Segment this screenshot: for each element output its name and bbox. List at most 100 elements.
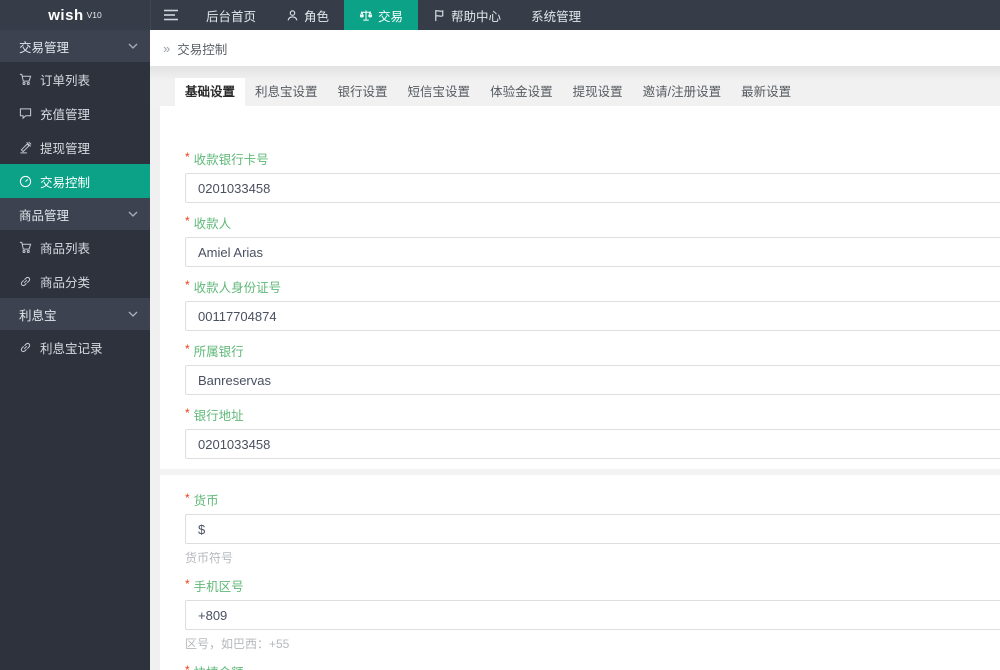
field-label: * 收款银行卡号 xyxy=(185,149,1000,168)
chevron-down-icon xyxy=(128,43,138,49)
required-asterisk: * xyxy=(185,491,190,505)
scales-icon xyxy=(359,9,373,22)
sidebar-group-label: 利息宝 xyxy=(19,308,57,323)
cart-icon xyxy=(19,241,32,254)
field-label-text: 收款银行卡号 xyxy=(193,153,269,167)
top-menu-item-roles[interactable]: 角色 xyxy=(271,0,344,30)
field-bank-address: * 银行地址 xyxy=(185,405,1000,459)
bank-address-input[interactable] xyxy=(185,429,1000,459)
field-label-text: 收款人 xyxy=(193,217,232,231)
field-label-text: 银行地址 xyxy=(193,409,244,423)
top-menu: 后台首页 角色 交易 帮助中心 系统管理 xyxy=(191,0,596,30)
field-payee: * 收款人 xyxy=(185,213,1000,267)
required-asterisk: * xyxy=(185,577,190,591)
payee-input[interactable] xyxy=(185,237,1000,267)
top-menu-item-label: 角色 xyxy=(304,9,330,24)
field-label: * 手机区号 xyxy=(185,576,1000,595)
top-menu-item-home[interactable]: 后台首页 xyxy=(191,0,271,30)
link-icon xyxy=(19,275,32,288)
tab-latest-settings[interactable]: 最新设置 xyxy=(731,78,801,106)
field-hint: 货币符号 xyxy=(185,551,234,565)
top-bar: wish V10 后台首页 角色 交易 帮助中心 系统管理 xyxy=(0,0,1000,30)
gavel-icon xyxy=(19,141,32,154)
field-label: * 货币 xyxy=(185,490,1000,509)
field-label: * 所属银行 xyxy=(185,341,1000,360)
comment-icon xyxy=(19,107,32,120)
settings-form-card: * 收款银行卡号 * 收款人 * 收款人身份证号 xyxy=(160,106,1000,670)
field-bank-card-number: * 收款银行卡号 xyxy=(185,149,1000,203)
sidebar-group-trade-management[interactable]: 交易管理 xyxy=(0,30,150,62)
top-menu-item-trade[interactable]: 交易 xyxy=(344,0,419,30)
gauge-icon xyxy=(19,175,32,188)
field-label-text: 快捷金额 xyxy=(194,662,244,670)
tab-bank-settings[interactable]: 银行设置 xyxy=(328,78,398,106)
sidebar-group-interest-treasure[interactable]: 利息宝 xyxy=(0,298,150,330)
logo-version: V10 xyxy=(86,10,102,20)
required-asterisk: * xyxy=(185,406,190,420)
bank-card-number-input[interactable] xyxy=(185,173,1000,203)
sidebar-item-product-category[interactable]: 商品分类 xyxy=(0,264,150,298)
sidebar-item-trade-control[interactable]: 交易控制 xyxy=(0,164,150,198)
tab-basic-settings[interactable]: 基础设置 xyxy=(175,78,246,106)
logo-text: wish xyxy=(48,6,84,24)
tab-invite-register-settings[interactable]: 邀请/注册设置 xyxy=(633,78,731,106)
field-bank-name: * 所属银行 xyxy=(185,341,1000,395)
breadcrumb-arrow-icon: » xyxy=(163,40,171,56)
payee-id-input[interactable] xyxy=(185,301,1000,331)
sidebar-item-label: 交易控制 xyxy=(40,175,91,190)
main-content: » 交易控制 基础设置 利息宝设置 银行设置 短信宝设置 体验金设置 提现设置 … xyxy=(150,30,1000,670)
app-logo[interactable]: wish V10 xyxy=(0,0,151,30)
sidebar-group-label: 商品管理 xyxy=(19,208,70,223)
field-payee-id-number: * 收款人身份证号 xyxy=(185,277,1000,331)
field-label-text: 手机区号 xyxy=(193,580,244,594)
link-icon xyxy=(19,341,32,354)
user-icon xyxy=(286,9,299,22)
field-label-text: 货币 xyxy=(193,494,219,508)
sidebar-item-label: 商品分类 xyxy=(40,275,91,290)
top-menu-item-label: 帮助中心 xyxy=(451,9,502,24)
sidebar-item-interest-records[interactable]: 利息宝记录 xyxy=(0,330,150,364)
chevron-down-icon xyxy=(128,311,138,317)
required-asterisk: * xyxy=(185,150,190,164)
tab-trial-fund-settings[interactable]: 体验金设置 xyxy=(480,78,563,106)
sidebar-item-label: 商品列表 xyxy=(40,241,91,256)
top-menu-item-system[interactable]: 系统管理 xyxy=(516,0,596,30)
sidebar-item-recharge-management[interactable]: 充值管理 xyxy=(0,96,150,130)
sidebar-item-product-list[interactable]: 商品列表 xyxy=(0,230,150,264)
hamburger-icon xyxy=(164,9,178,21)
sidebar-item-order-list[interactable]: 订单列表 xyxy=(0,62,150,96)
required-asterisk: * xyxy=(185,663,190,670)
top-menu-item-label: 系统管理 xyxy=(531,9,582,24)
required-asterisk: * xyxy=(185,214,190,228)
breadcrumb: » 交易控制 xyxy=(150,30,1000,67)
tab-withdraw-settings[interactable]: 提现设置 xyxy=(563,78,633,106)
required-asterisk: * xyxy=(185,342,190,356)
sidebar-toggle-button[interactable] xyxy=(151,0,191,30)
sidebar-item-withdraw-management[interactable]: 提现管理 xyxy=(0,130,150,164)
section-divider xyxy=(160,469,1000,475)
chevron-down-icon xyxy=(128,211,138,217)
field-label: * 收款人身份证号 xyxy=(185,277,1000,296)
phone-area-code-input[interactable] xyxy=(185,600,1000,630)
field-hint: 区号，如巴西：+55 xyxy=(185,637,290,651)
sidebar-group-product-management[interactable]: 商品管理 xyxy=(0,198,150,230)
field-quick-amounts: * 快捷金额 充值页面 快捷金额 xyxy=(185,662,1000,670)
currency-input[interactable] xyxy=(185,514,1000,544)
admin-app: wish V10 后台首页 角色 交易 帮助中心 系统管理 交易管理 订单列表 … xyxy=(0,0,1000,670)
field-label: * 银行地址 xyxy=(185,405,1000,424)
flag-icon xyxy=(433,9,446,22)
top-menu-item-label: 后台首页 xyxy=(206,9,257,24)
tab-interest-settings[interactable]: 利息宝设置 xyxy=(245,78,328,106)
required-asterisk: * xyxy=(185,278,190,292)
tab-sms-settings[interactable]: 短信宝设置 xyxy=(398,78,481,106)
settings-tabs: 基础设置 利息宝设置 银行设置 短信宝设置 体验金设置 提现设置 邀请/注册设置… xyxy=(150,67,1000,106)
field-label: * 收款人 xyxy=(185,213,1000,232)
field-phone-area-code: * 手机区号 区号，如巴西：+55 xyxy=(185,576,1000,652)
top-menu-item-help[interactable]: 帮助中心 xyxy=(418,0,516,30)
field-currency: * 货币 货币符号 xyxy=(185,490,1000,566)
top-menu-item-label: 交易 xyxy=(378,9,404,24)
cart-icon xyxy=(19,73,32,86)
sidebar-item-label: 订单列表 xyxy=(40,73,91,88)
bank-name-input[interactable] xyxy=(185,365,1000,395)
sidebar-item-label: 利息宝记录 xyxy=(40,341,103,356)
